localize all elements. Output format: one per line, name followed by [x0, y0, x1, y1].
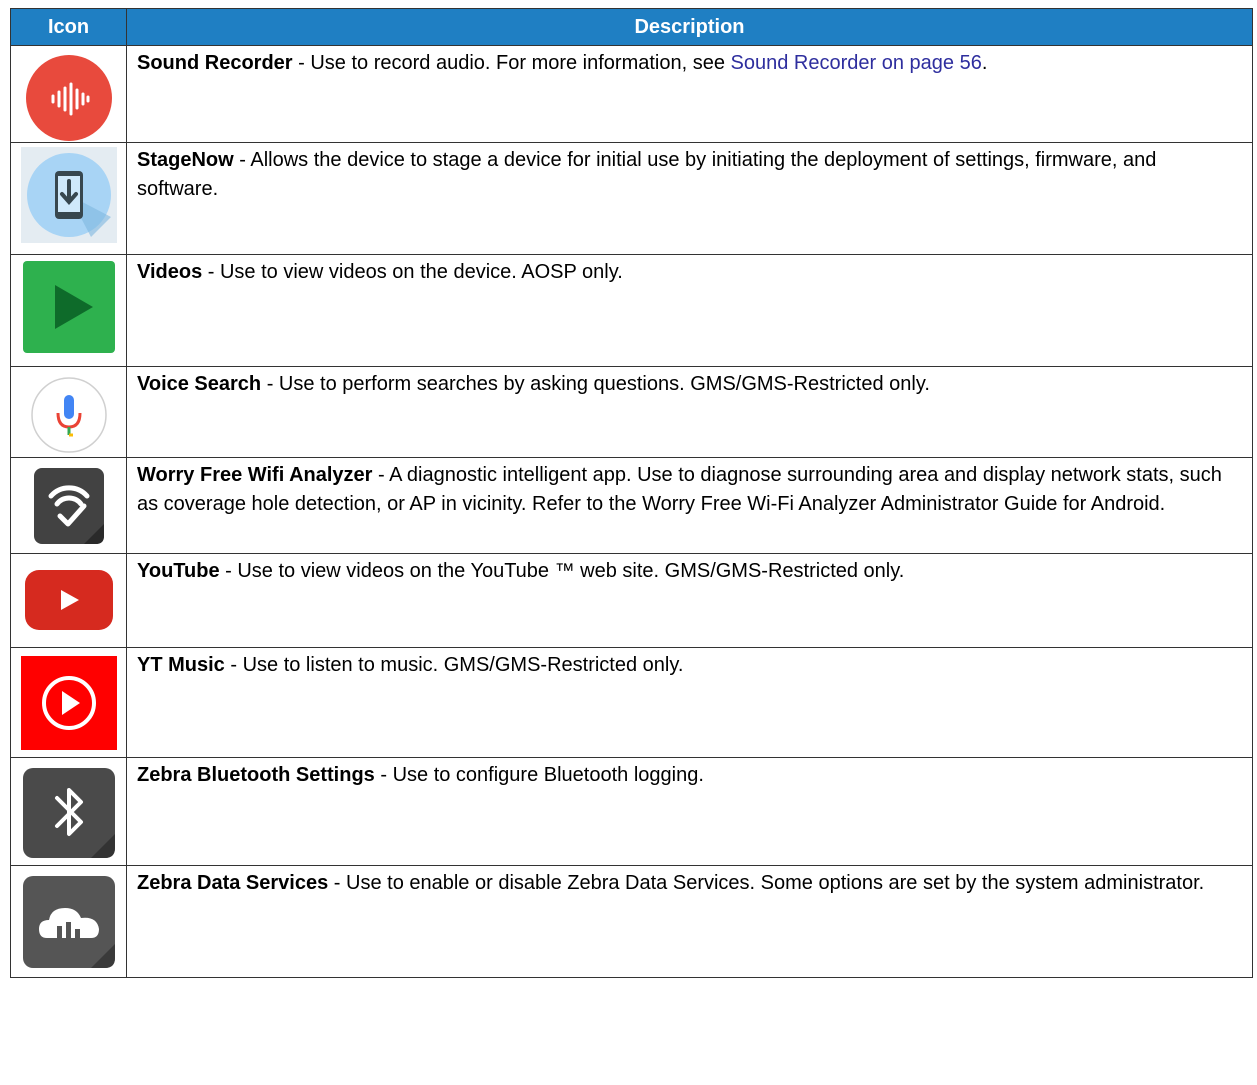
youtube-icon	[21, 562, 117, 638]
table-row: Zebra Bluetooth Settings - Use to config…	[10, 757, 1253, 866]
worry-free-wifi-analyzer-icon	[21, 466, 117, 546]
description-end: .	[981, 52, 988, 74]
app-description: - Use to view videos on the YouTube ™ we…	[219, 560, 905, 582]
app-name: Videos	[137, 261, 203, 283]
icon-column-header: Icon	[10, 8, 127, 46]
app-name: YT Music	[137, 654, 225, 676]
voice-search-icon	[21, 375, 117, 453]
app-name: Worry Free Wifi Analyzer	[137, 464, 373, 486]
stagenow-icon	[20, 147, 117, 243]
app-name: Sound Recorder	[137, 52, 293, 74]
bluetooth-icon	[21, 766, 117, 860]
videos-icon	[21, 261, 117, 353]
app-name: YouTube	[137, 560, 220, 582]
table-header-row: Icon Description	[10, 8, 1253, 46]
description-column-header: Description	[126, 8, 1253, 46]
app-description: - Use to listen to music. GMS/GMS-Restri…	[224, 654, 684, 676]
table-row: Sound Recorder - Use to record audio. Fo…	[10, 45, 1253, 143]
sound-recorder-icon	[21, 54, 117, 142]
app-description: - Use to view videos on the device. AOSP…	[202, 261, 623, 283]
yt-music-icon	[20, 656, 117, 750]
app-description: - Use to perform searches by asking ques…	[261, 373, 930, 395]
table-row: Worry Free Wifi Analyzer - A diagnostic …	[10, 457, 1253, 554]
app-name: Voice Search	[137, 373, 262, 395]
table-row: YouTube - Use to view videos on the YouT…	[10, 553, 1253, 648]
app-description: - Use to enable or disable Zebra Data Se…	[328, 872, 1205, 894]
table-row: Zebra Data Services - Use to enable or d…	[10, 865, 1253, 978]
table-row: StageNow - Allows the device to stage a …	[10, 142, 1253, 255]
app-icon-table: Icon Description Sound Recorder - Use to…	[10, 8, 1253, 978]
zebra-data-services-icon	[21, 874, 117, 970]
cross-reference-link[interactable]: Sound Recorder on page 56	[731, 52, 982, 74]
table-row: Voice Search - Use to perform searches b…	[10, 366, 1253, 458]
app-description: - Use to record audio. For more informat…	[292, 52, 731, 74]
app-name: Zebra Bluetooth Settings	[137, 764, 375, 786]
app-description: - Use to configure Bluetooth logging.	[374, 764, 704, 786]
app-description: - Allows the device to stage a device fo…	[137, 149, 1157, 200]
app-name: StageNow	[137, 149, 234, 171]
table-row: YT Music - Use to listen to music. GMS/G…	[10, 647, 1253, 758]
app-name: Zebra Data Services	[137, 872, 329, 894]
table-row: Videos - Use to view videos on the devic…	[10, 254, 1253, 367]
